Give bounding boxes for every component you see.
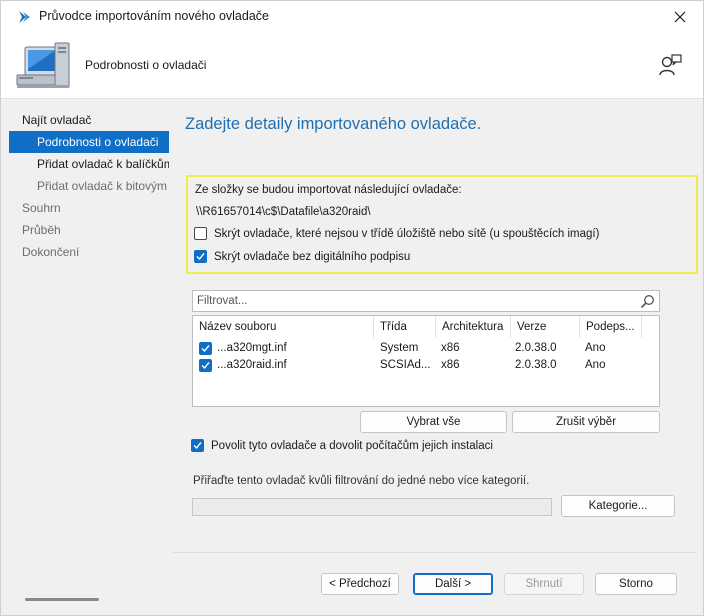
enable-drivers-label: Povolit tyto ovladače a dovolit počítačů… <box>211 439 493 452</box>
title-bar: Průvodce importováním nového ovladače <box>1 1 703 33</box>
search-icon[interactable] <box>640 294 655 309</box>
cell-version: 2.0.38.0 <box>515 342 557 354</box>
footer-separator <box>173 552 697 553</box>
hide-not-in-class-checkbox[interactable]: Skrýt ovladače, které nejsou v třídě úlo… <box>194 227 599 240</box>
driver-list[interactable]: Název souboru Třída Architektura Verze P… <box>192 315 660 407</box>
import-source-path: \\R61657014\c$\Datafile\a320raid\ <box>196 206 371 218</box>
category-field <box>192 498 552 516</box>
cell-version: 2.0.38.0 <box>515 359 557 371</box>
wizard-nav: Najít ovladač Podrobnosti o ovladači Při… <box>9 109 169 263</box>
nav-driver-details[interactable]: Podrobnosti o ovladači <box>9 131 169 153</box>
checkmark-icon <box>193 442 202 450</box>
nav-completion[interactable]: Dokončení <box>9 241 169 263</box>
table-row[interactable]: ...a320mgt.inf System x86 2.0.38.0 Ano <box>193 340 659 357</box>
wizard-header: Podrobnosti o ovladači <box>1 33 703 99</box>
cell-arch: x86 <box>441 359 460 371</box>
cell-file: ...a320raid.inf <box>217 359 287 371</box>
page-title: Podrobnosti o ovladači <box>85 58 207 72</box>
nav-add-to-boot-images[interactable]: Přidat ovladač k bitovým <box>9 175 169 197</box>
wizard-app-icon <box>19 11 30 23</box>
hide-unsigned-label: Skrýt ovladače bez digitálního podpisu <box>214 250 411 263</box>
filter-input[interactable] <box>197 293 627 309</box>
select-all-button[interactable]: Vybrat vše <box>360 411 507 433</box>
nav-find-driver[interactable]: Najít ovladač <box>9 109 169 131</box>
cell-class: System <box>380 342 419 354</box>
row-checkbox[interactable] <box>199 359 212 372</box>
category-label: Přiřaďte tento ovladač kvůli filtrování … <box>193 475 530 487</box>
hide-unsigned-checkbox[interactable]: Skrýt ovladače bez digitálního podpisu <box>194 250 410 263</box>
column-header-class[interactable]: Třída <box>374 316 436 338</box>
summary-button[interactable]: Shrnutí <box>504 573 584 595</box>
close-icon <box>674 11 686 23</box>
content-title: Zadejte detaily importovaného ovladače. <box>185 115 482 133</box>
filter-box[interactable] <box>192 290 660 312</box>
nav-progress[interactable]: Průběh <box>9 219 169 241</box>
close-button[interactable] <box>657 1 703 33</box>
driver-list-header: Název souboru Třída Architektura Verze P… <box>193 316 659 338</box>
import-source-section: Ze složky se budou importovat následujíc… <box>186 175 698 274</box>
computer-icon <box>16 42 70 88</box>
column-header-file[interactable]: Název souboru <box>193 316 374 338</box>
cell-signed: Ano <box>585 342 606 354</box>
next-button[interactable]: Další > <box>413 573 493 595</box>
checkbox-checked[interactable] <box>194 250 207 263</box>
checkmark-icon <box>201 345 210 353</box>
row-checkbox[interactable] <box>199 342 212 355</box>
checkmark-icon <box>201 362 210 370</box>
categories-button[interactable]: Kategorie... <box>561 495 675 517</box>
cell-arch: x86 <box>441 342 460 354</box>
cell-signed: Ano <box>585 359 606 371</box>
checkmark-icon <box>196 253 205 261</box>
wizard-window: Průvodce importováním nového ovladače Po… <box>0 0 704 616</box>
checkbox-checked[interactable] <box>191 439 204 452</box>
nav-summary[interactable]: Souhrn <box>9 197 169 219</box>
user-help-icon[interactable] <box>657 53 683 77</box>
cell-file: ...a320mgt.inf <box>217 342 287 354</box>
nav-add-to-packages[interactable]: Přidat ovladač k balíčkům <box>9 153 169 175</box>
nav-horizontal-scrollbar[interactable] <box>25 598 99 601</box>
column-header-signed[interactable]: Podeps... <box>580 316 642 338</box>
clear-selection-button[interactable]: Zrušit výběr <box>512 411 660 433</box>
column-header-version[interactable]: Verze <box>511 316 580 338</box>
cell-class: SCSIAd... <box>380 359 431 371</box>
previous-button[interactable]: < Předchozí <box>321 573 399 595</box>
cancel-button[interactable]: Storno <box>595 573 677 595</box>
enable-drivers-checkbox[interactable]: Povolit tyto ovladače a dovolit počítačů… <box>191 439 493 452</box>
checkbox-unchecked[interactable] <box>194 227 207 240</box>
import-source-label: Ze složky se budou importovat následujíc… <box>195 184 462 196</box>
hide-not-in-class-label: Skrýt ovladače, které nejsou v třídě úlo… <box>214 227 600 240</box>
table-row[interactable]: ...a320raid.inf SCSIAd... x86 2.0.38.0 A… <box>193 357 659 374</box>
content-panel: Zadejte detaily importovaného ovladače. … <box>173 99 698 551</box>
column-header-arch[interactable]: Architektura <box>436 316 511 338</box>
window-title: Průvodce importováním nového ovladače <box>39 9 269 23</box>
